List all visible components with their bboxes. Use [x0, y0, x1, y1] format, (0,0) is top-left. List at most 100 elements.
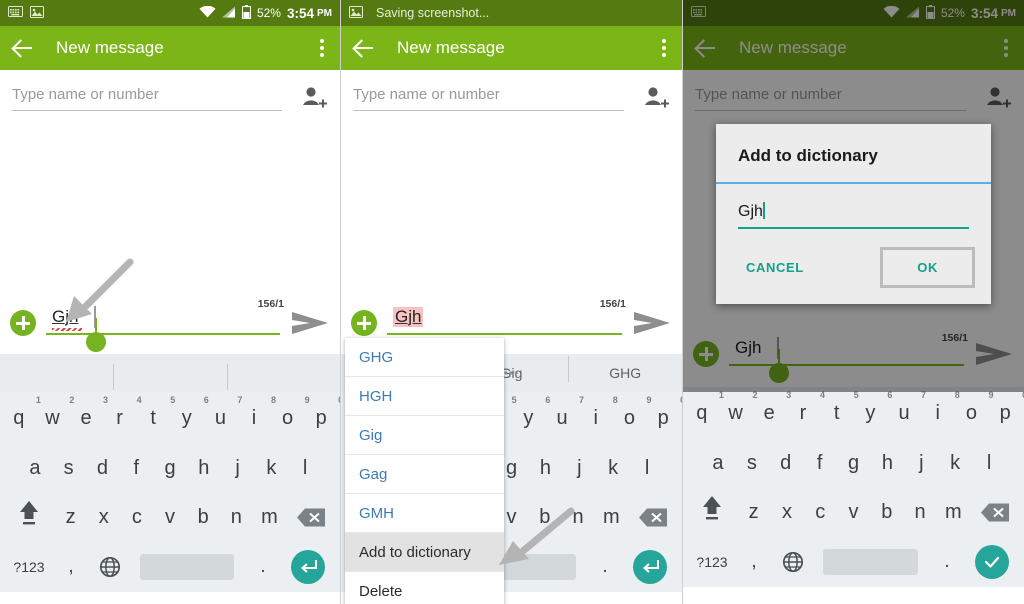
key-e[interactable]: 3e — [69, 392, 108, 444]
add-contact-icon[interactable] — [640, 83, 670, 113]
key-c[interactable]: c — [804, 488, 837, 537]
key-f[interactable]: f — [803, 439, 837, 488]
key-o[interactable]: 9o — [271, 392, 310, 444]
key-a[interactable]: a — [18, 444, 52, 493]
key-b[interactable]: b — [187, 493, 220, 542]
menu-item-delete[interactable]: Delete — [345, 572, 504, 604]
key-k[interactable]: k — [254, 444, 288, 493]
globe-icon[interactable] — [773, 537, 813, 587]
key-w[interactable]: 2w — [719, 387, 757, 439]
key-a[interactable]: a — [701, 439, 735, 488]
period-key[interactable]: . — [586, 542, 624, 592]
key-p[interactable]: 0p — [646, 392, 682, 444]
key-b[interactable]: b — [528, 493, 561, 542]
key-s[interactable]: s — [52, 444, 86, 493]
recipient-input[interactable]: Type name or number — [12, 86, 282, 111]
enter-key[interactable] — [282, 550, 334, 584]
comma-key[interactable]: , — [735, 537, 773, 587]
period-key[interactable]: . — [244, 542, 282, 592]
key-t[interactable]: 5t — [136, 392, 175, 444]
key-k[interactable]: k — [938, 439, 972, 488]
key-u[interactable]: 7u — [887, 387, 926, 439]
add-contact-icon[interactable] — [298, 83, 328, 113]
key-j[interactable]: j — [904, 439, 938, 488]
key-x[interactable]: x — [87, 493, 120, 542]
key-w[interactable]: 2w — [36, 392, 74, 444]
send-icon[interactable] — [632, 309, 672, 337]
recipient-input[interactable]: Type name or number — [353, 86, 624, 111]
compose-input[interactable]: Gjh — [46, 301, 280, 352]
key-h[interactable]: h — [528, 444, 562, 493]
key-p[interactable]: 0p — [988, 387, 1024, 439]
key-n[interactable]: n — [561, 493, 594, 542]
key-z[interactable]: z — [54, 493, 87, 542]
key-g[interactable]: g — [153, 444, 187, 493]
key-k[interactable]: k — [596, 444, 630, 493]
dictionary-word-input[interactable]: Gjh — [738, 202, 969, 229]
key-x[interactable]: x — [770, 488, 803, 537]
key-l[interactable]: l — [972, 439, 1006, 488]
key-y[interactable]: 6y — [170, 392, 209, 444]
menu-item-add-to-dictionary[interactable]: Add to dictionary — [345, 533, 504, 572]
key-b[interactable]: b — [870, 488, 903, 537]
key-q[interactable]: 1q — [2, 392, 41, 444]
key-s[interactable]: s — [735, 439, 769, 488]
key-e[interactable]: 3e — [752, 387, 792, 439]
key-r[interactable]: 4r — [103, 392, 141, 444]
overflow-menu-icon[interactable] — [316, 33, 328, 63]
symbols-key[interactable]: ?123 — [6, 542, 52, 592]
key-i[interactable]: 8i — [579, 392, 618, 444]
back-arrow-icon[interactable] — [353, 37, 375, 59]
period-key[interactable]: . — [928, 537, 966, 587]
symbols-key[interactable]: ?123 — [689, 537, 735, 587]
shift-icon[interactable] — [4, 493, 54, 542]
key-n[interactable]: n — [220, 493, 253, 542]
backspace-icon[interactable] — [970, 488, 1020, 537]
back-arrow-icon[interactable] — [12, 37, 34, 59]
send-icon[interactable] — [290, 309, 330, 337]
key-y[interactable]: 6y — [854, 387, 892, 439]
overflow-menu-icon[interactable] — [658, 33, 670, 63]
menu-item-ghg[interactable]: GHG — [345, 338, 504, 377]
key-d[interactable]: d — [769, 439, 803, 488]
key-o[interactable]: 9o — [955, 387, 994, 439]
text-selection-handle[interactable] — [86, 318, 106, 352]
key-p[interactable]: 0p — [304, 392, 340, 444]
key-g[interactable]: g — [837, 439, 871, 488]
shift-icon[interactable] — [687, 488, 737, 537]
space-key[interactable] — [140, 554, 234, 580]
key-z[interactable]: z — [737, 488, 770, 537]
cancel-button[interactable]: CANCEL — [732, 252, 818, 283]
key-y[interactable]: 6y — [512, 392, 550, 444]
key-v[interactable]: v — [837, 488, 870, 537]
key-v[interactable]: v — [153, 493, 186, 542]
key-t[interactable]: 5t — [820, 387, 859, 439]
key-i[interactable]: 8i — [237, 392, 276, 444]
key-m[interactable]: m — [937, 488, 970, 537]
menu-item-gig[interactable]: Gig — [345, 416, 504, 455]
ok-button[interactable]: OK — [880, 247, 975, 288]
key-u[interactable]: 7u — [204, 392, 243, 444]
key-l[interactable]: l — [630, 444, 664, 493]
key-h[interactable]: h — [870, 439, 904, 488]
key-q[interactable]: 1q — [685, 387, 724, 439]
backspace-icon[interactable] — [286, 493, 336, 542]
comma-key[interactable]: , — [52, 542, 90, 592]
menu-item-gmh[interactable]: GMH — [345, 494, 504, 533]
key-j[interactable]: j — [562, 444, 596, 493]
key-j[interactable]: j — [221, 444, 255, 493]
menu-item-hgh[interactable]: HGH — [345, 377, 504, 416]
menu-item-gag[interactable]: Gag — [345, 455, 504, 494]
key-d[interactable]: d — [86, 444, 120, 493]
suggestion-item[interactable]: GHG — [568, 356, 682, 382]
key-m[interactable]: m — [595, 493, 628, 542]
key-l[interactable]: l — [288, 444, 322, 493]
key-n[interactable]: n — [903, 488, 936, 537]
key-h[interactable]: h — [187, 444, 221, 493]
key-m[interactable]: m — [253, 493, 286, 542]
key-i[interactable]: 8i — [921, 387, 960, 439]
space-key[interactable] — [823, 549, 918, 575]
key-o[interactable]: 9o — [613, 392, 652, 444]
enter-key[interactable] — [624, 550, 676, 584]
key-f[interactable]: f — [119, 444, 153, 493]
